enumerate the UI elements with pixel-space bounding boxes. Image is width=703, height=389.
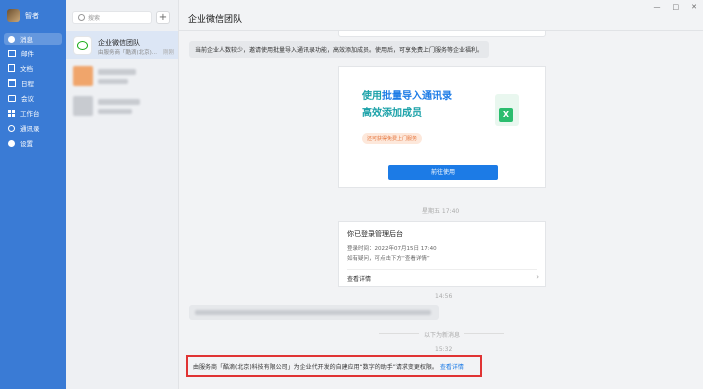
timestamp: 星期五 17:40: [422, 208, 460, 215]
blurred-text: [98, 69, 136, 75]
highlighted-message: 由服务商「酷滴(北京)科技有限公司」为企业代开发的自建应用“数字的助手”请求变更…: [186, 355, 482, 377]
timestamp: 14:56: [435, 293, 453, 300]
left-rail: 智者 消息 邮件 文档 日程 会议 工作台 通讯录 设置: [0, 0, 66, 389]
conversation-item[interactable]: [66, 92, 178, 120]
contacts-icon: [8, 124, 15, 132]
blurred-text: [98, 109, 132, 114]
rail-item-mail[interactable]: 邮件: [4, 47, 62, 59]
minimize-button[interactable]: —: [654, 3, 661, 11]
rail-item-settings[interactable]: 设置: [4, 137, 62, 149]
wecom-team-avatar: [73, 36, 92, 55]
close-button[interactable]: ✕: [691, 3, 697, 11]
conversation-name: 企业微信团队: [98, 39, 140, 47]
settings-icon: [8, 139, 15, 147]
search-placeholder: 搜索: [88, 15, 101, 22]
user-name: 智者: [25, 11, 39, 20]
rail-item-workbench[interactable]: 工作台: [4, 107, 62, 119]
view-details-link[interactable]: 查看详情: [440, 364, 464, 371]
rail-item-docs[interactable]: 文档: [4, 62, 62, 74]
user-profile[interactable]: 智者: [7, 9, 39, 22]
blurred-avatar: [73, 66, 93, 86]
card-divider: [347, 269, 537, 270]
login-notice-card[interactable]: 你已登录管理后台 登录时间：2022年07月15日 17:40 如有疑问，可点击…: [338, 221, 546, 287]
chat-panel: 企业微信团队 — □ ✕ 当前企业人数较少，邀请使用批量导入通讯录功能，高效添加…: [179, 0, 703, 389]
banner-title: 使用批量导入通讯录: [362, 87, 452, 102]
notice-divider-left: [379, 333, 419, 334]
permission-request-message: 由服务商「酷滴(北京)科技有限公司」为企业代开发的自建应用“数字的助手”请求变更…: [193, 362, 464, 371]
timestamp: 15:32: [435, 346, 453, 353]
workbench-icon: [8, 109, 15, 117]
login-hint: 如有疑问，可点击下方“查看详情”: [347, 256, 430, 262]
go-use-button[interactable]: 前往使用: [388, 165, 498, 180]
conversation-item[interactable]: [66, 62, 178, 90]
rail-label: 消息: [20, 36, 33, 44]
login-time: 登录时间：2022年07月15日 17:40: [347, 246, 437, 252]
import-banner-card[interactable]: 使用批量导入通讯录 高效添加成员 还可获得免费上门服务 X 前往使用: [338, 66, 546, 188]
conversation-list: 搜索 + 企业微信团队 由服务商「酷滴(北京)... 刚刚: [66, 0, 179, 389]
rail-label: 文档: [20, 65, 33, 73]
permission-request-text: 由服务商「酷滴(北京)科技有限公司」为企业代开发的自建应用“数字的助手”请求变更…: [193, 364, 438, 371]
search-input[interactable]: 搜索: [72, 11, 152, 24]
conversation-time: 刚刚: [162, 50, 174, 56]
chat-title: 企业微信团队: [188, 15, 243, 25]
search-icon: [78, 14, 85, 21]
blurred-text: [98, 99, 140, 105]
conversation-preview: 由服务商「酷滴(北京)...: [98, 50, 158, 56]
banner-pill: 还可获得免费上门服务: [362, 133, 423, 144]
chat-icon: [8, 35, 15, 43]
add-button[interactable]: +: [156, 11, 170, 24]
mail-icon: [8, 49, 16, 57]
intro-message: 当前企业人数较少，邀请使用批量导入通讯录功能，高效添加成员。使用后，可享免费上门…: [189, 41, 490, 58]
banner-title-prefix: 使用: [362, 91, 382, 102]
banner-title-highlight: 批量导入通讯录: [382, 91, 452, 102]
rail-item-messages[interactable]: 消息: [4, 33, 62, 45]
rail-label: 会议: [21, 95, 34, 103]
notice-divider-right: [464, 333, 504, 334]
meeting-icon: [8, 94, 16, 102]
excel-x-icon: X: [499, 108, 513, 122]
blurred-avatar: [73, 96, 93, 116]
new-messages-notice: 以下为新消息: [424, 332, 461, 339]
rail-label: 工作台: [20, 110, 40, 118]
conversation-item[interactable]: 企业微信团队 由服务商「酷滴(北京)... 刚刚: [66, 31, 178, 59]
blurred-message: [189, 305, 439, 320]
previous-card: [338, 31, 546, 37]
blurred-text: [98, 79, 128, 84]
rail-item-calendar[interactable]: 日程: [4, 77, 62, 89]
rail-label: 设置: [20, 140, 33, 148]
chat-bubble-icon: [77, 41, 88, 50]
excel-file-icon: X: [495, 94, 519, 126]
rail-label: 通讯录: [20, 125, 40, 133]
doc-icon: [8, 64, 15, 72]
window-controls: — □ ✕: [654, 3, 698, 11]
rail-label: 日程: [21, 80, 34, 88]
calendar-icon: [8, 79, 16, 87]
blurred-text: [195, 310, 431, 315]
chevron-right-icon: ›: [536, 273, 539, 281]
rail-item-meeting[interactable]: 会议: [4, 92, 62, 104]
avatar[interactable]: [7, 9, 20, 22]
rail-item-contacts[interactable]: 通讯录: [4, 122, 62, 134]
banner-subtitle: 高效添加成员: [362, 108, 422, 119]
view-details-link[interactable]: 查看详情: [347, 274, 371, 283]
maximize-button[interactable]: □: [673, 3, 680, 11]
rail-label: 邮件: [21, 50, 34, 58]
login-card-title: 你已登录管理后台: [347, 230, 403, 238]
